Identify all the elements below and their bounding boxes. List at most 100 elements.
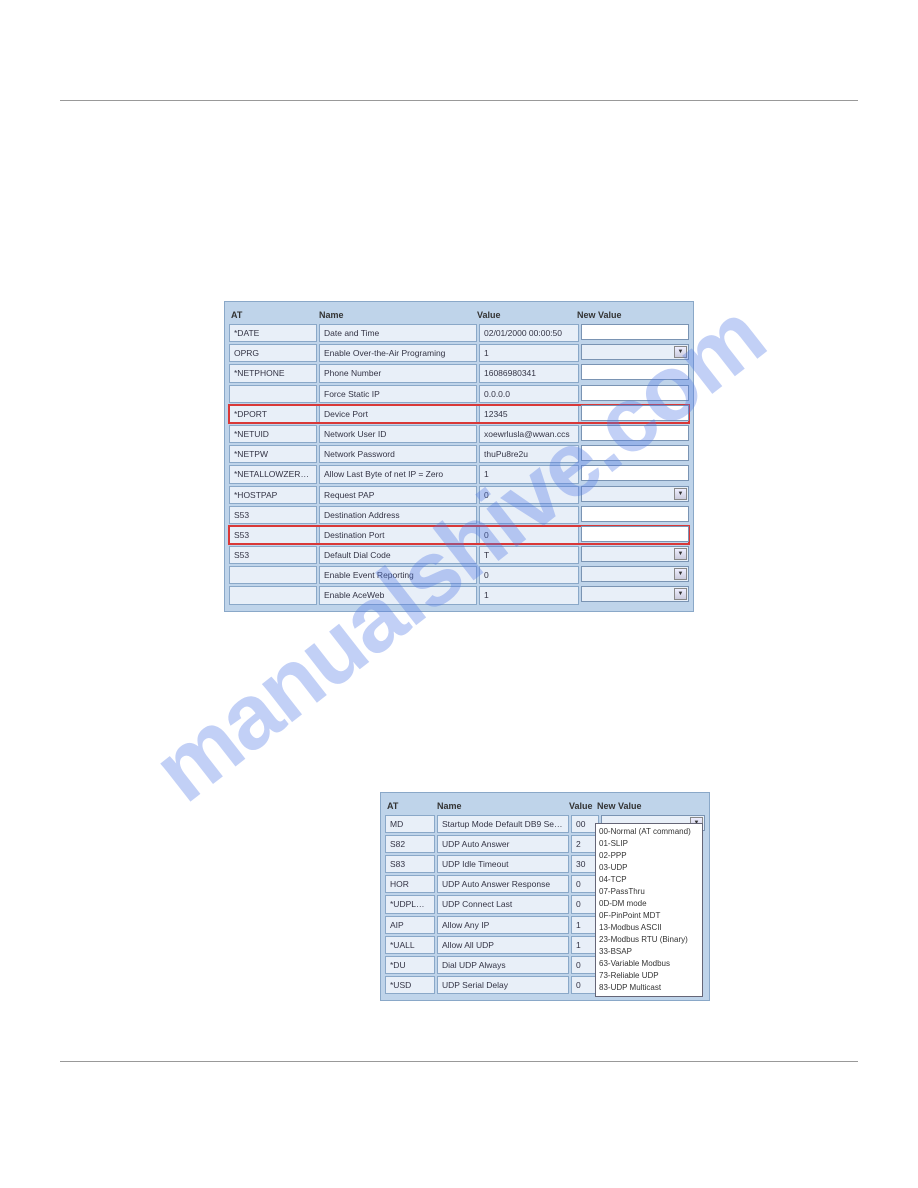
newvalue-input[interactable] (581, 445, 689, 461)
cell-newvalue (581, 506, 689, 524)
table-row: S53Default Dial CodeT▼ (229, 546, 689, 564)
dropdown-arrow-icon[interactable]: ▼ (674, 568, 687, 580)
newvalue-select[interactable] (581, 546, 689, 562)
dropdown-arrow-icon[interactable]: ▼ (674, 488, 687, 500)
cell-at: *DU (385, 956, 435, 974)
table-header-row: AT Name Value New Value (385, 797, 705, 815)
table-row: Enable AceWeb1 ▼ (229, 586, 689, 604)
dropdown-arrow-icon[interactable]: ▼ (674, 548, 687, 560)
cell-name: Allow Any IP (437, 916, 569, 934)
dropdown-option[interactable]: 13-Modbus ASCII (599, 922, 699, 934)
cell-name: Enable AceWeb (319, 586, 477, 604)
cell-newvalue: ▼ (581, 566, 689, 584)
col-header-newvalue: New Value (577, 310, 685, 320)
cell-at (229, 385, 317, 403)
cell-name: Allow Last Byte of net IP = Zero (319, 465, 477, 483)
dropdown-option[interactable]: 04-TCP (599, 874, 699, 886)
cell-name: UDP Auto Answer Response (437, 875, 569, 893)
cell-newvalue (581, 526, 689, 544)
cell-at (229, 566, 317, 584)
col-header-name: Name (437, 801, 569, 811)
document-page: AT Name Value New Value *DATEDate and Ti… (0, 0, 918, 1102)
cell-value: 12345 (479, 405, 579, 423)
cell-at: S82 (385, 835, 435, 853)
dropdown-option[interactable]: 63-Variable Modbus (599, 958, 699, 970)
dropdown-option[interactable]: 0F-PinPoint MDT (599, 910, 699, 922)
cell-at: S83 (385, 855, 435, 873)
cell-value: 1 (479, 344, 579, 362)
dropdown-option[interactable]: 02-PPP (599, 850, 699, 862)
cell-at: S53 (229, 546, 317, 564)
table-header-row: AT Name Value New Value (229, 306, 689, 324)
cell-at: S53 (229, 526, 317, 544)
cell-value: T (479, 546, 579, 564)
newvalue-input[interactable] (581, 385, 689, 401)
col-header-value: Value (569, 801, 597, 811)
newvalue-select[interactable] (581, 486, 689, 502)
horizontal-rule-bottom (60, 1061, 858, 1062)
cell-value: thuPu8re2u (479, 445, 579, 463)
cell-newvalue: ▼ (581, 586, 689, 604)
cell-name: Request PAP (319, 486, 477, 504)
cell-value (479, 506, 579, 524)
newvalue-input[interactable] (581, 364, 689, 380)
col-header-name: Name (319, 310, 477, 320)
newvalue-input[interactable] (581, 506, 689, 522)
dropdown-option[interactable]: 01-SLIP (599, 838, 699, 850)
dropdown-option[interactable]: 00-Normal (AT command) (599, 826, 699, 838)
cell-name: Device Port (319, 405, 477, 423)
newvalue-select[interactable] (581, 566, 689, 582)
table-row: *NETPWNetwork PasswordthuPu8re2u (229, 445, 689, 463)
config-table-misc: AT Name Value New Value *DATEDate and Ti… (224, 301, 694, 612)
table-row: Force Static IP0.0.0.0 (229, 385, 689, 403)
cell-name: Allow All UDP (437, 936, 569, 954)
cell-value: 0 (479, 486, 579, 504)
table-row: OPRGEnable Over-the-Air Programing1 ▼ (229, 344, 689, 362)
cell-value: 0 (479, 526, 579, 544)
cell-name: Startup Mode Default DB9 Serial (437, 815, 569, 833)
dropdown-option[interactable]: 07-PassThru (599, 886, 699, 898)
cell-newvalue: ▼ (581, 344, 689, 362)
cell-at (229, 586, 317, 604)
table-row: *HOSTPAPRequest PAP0▼ (229, 486, 689, 504)
cell-name: UDP Serial Delay (437, 976, 569, 994)
cell-newvalue (581, 405, 689, 423)
dropdown-option[interactable]: 0D-DM mode (599, 898, 699, 910)
newvalue-input[interactable] (581, 425, 689, 441)
newvalue-input[interactable] (581, 324, 689, 340)
table-row: *NETUIDNetwork User IDxoewrlusla@wwan.cc… (229, 425, 689, 443)
cell-newvalue (581, 324, 689, 342)
newvalue-input[interactable] (581, 405, 689, 421)
newvalue-select[interactable] (581, 344, 689, 360)
table-row: Enable Event Reporting0▼ (229, 566, 689, 584)
newvalue-input[interactable] (581, 465, 689, 481)
cell-name: Enable Over-the-Air Programing (319, 344, 477, 362)
cell-at: OPRG (229, 344, 317, 362)
cell-value: 16086980341 (479, 364, 579, 382)
col-header-newvalue: New Value (597, 801, 701, 811)
col-header-at: AT (387, 801, 437, 811)
cell-value: 1 (479, 586, 579, 604)
dropdown-option[interactable]: 73-Reliable UDP (599, 970, 699, 982)
dropdown-arrow-icon[interactable]: ▼ (674, 588, 687, 600)
cell-at: *NETUID (229, 425, 317, 443)
table-row: *NETPHONEPhone Number16086980341 (229, 364, 689, 382)
dropdown-option[interactable]: 23-Modbus RTU (Binary) (599, 934, 699, 946)
cell-at: *DATE (229, 324, 317, 342)
cell-at: *USD (385, 976, 435, 994)
cell-newvalue (581, 425, 689, 443)
table-row: *DPORTDevice Port12345 (229, 405, 689, 423)
cell-newvalue: ▼ (581, 546, 689, 564)
cell-value: 1 (479, 465, 579, 483)
cell-at: *NETPW (229, 445, 317, 463)
cell-value: xoewrlusla@wwan.ccs (479, 425, 579, 443)
startup-mode-dropdown[interactable]: 00-Normal (AT command)01-SLIP02-PPP03-UD… (595, 823, 703, 997)
dropdown-arrow-icon[interactable]: ▼ (674, 346, 687, 358)
cell-at: *NETPHONE (229, 364, 317, 382)
dropdown-option[interactable]: 83-UDP Multicast (599, 982, 699, 994)
dropdown-option[interactable]: 33-BSAP (599, 946, 699, 958)
dropdown-option[interactable]: 03-UDP (599, 862, 699, 874)
newvalue-select[interactable] (581, 586, 689, 602)
cell-name: UDP Connect Last (437, 895, 569, 913)
newvalue-input[interactable] (581, 526, 689, 542)
